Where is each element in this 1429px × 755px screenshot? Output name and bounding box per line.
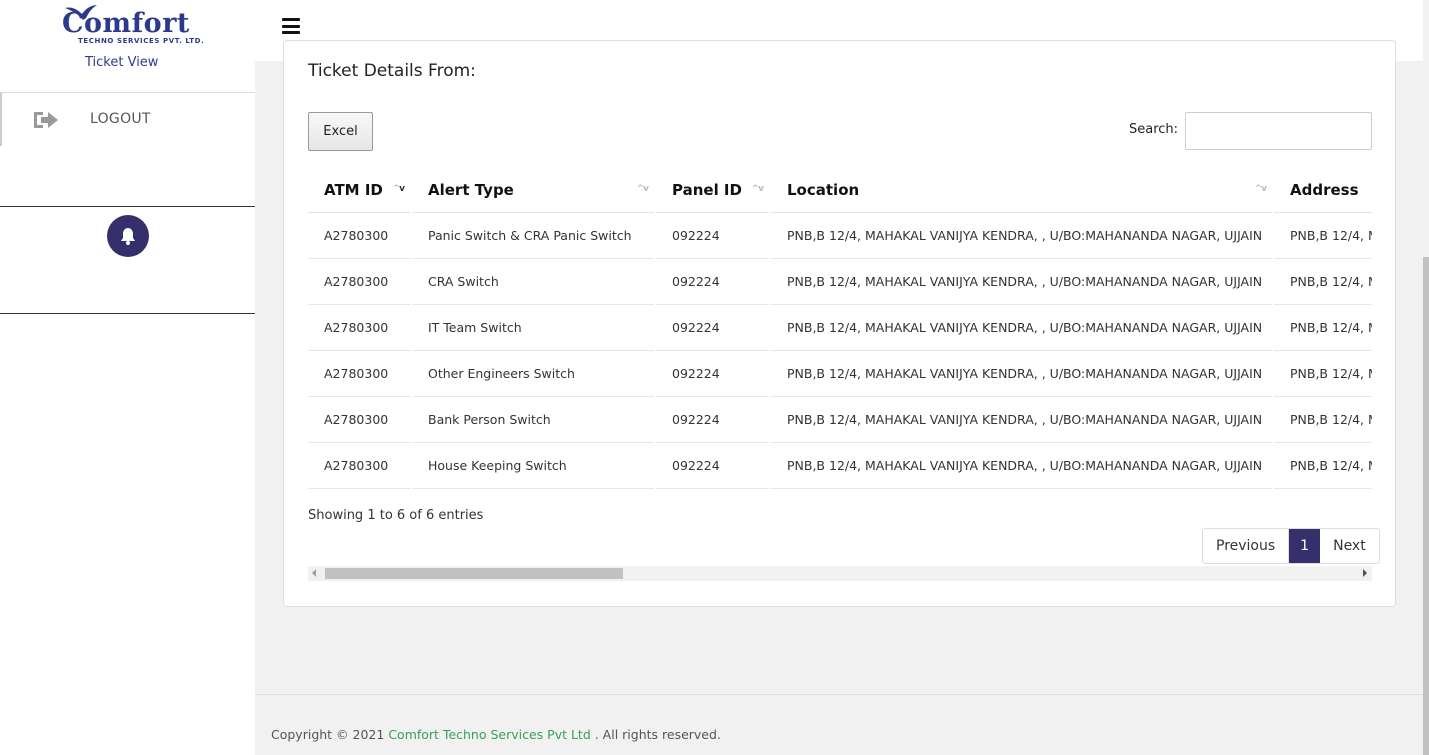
cell-alert-type: House Keeping Switch bbox=[412, 443, 654, 489]
cell-address: PNB,B 12/4, MAHAKAL VANIJYA KENDRA, , U/… bbox=[1274, 397, 1372, 443]
pagination: Previous 1 Next bbox=[1202, 528, 1380, 564]
cell-address: PNB,B 12/4, MAHAKAL VANIJYA KENDRA, , U/… bbox=[1274, 213, 1372, 259]
table-header-row: ATM ID ^v Alert Type ^v Panel ID ^v Locatio… bbox=[308, 167, 1372, 213]
table-info: Showing 1 to 6 of 6 entries bbox=[308, 508, 484, 523]
excel-export-button[interactable]: Excel bbox=[308, 112, 373, 151]
logo-subtext: TECHNO SERVICES PVT. LTD. bbox=[78, 37, 205, 45]
scrollbar-thumb[interactable] bbox=[325, 568, 623, 579]
cell-alert-type: IT Team Switch bbox=[412, 305, 654, 351]
footer-company-link[interactable]: Comfort Techno Services Pvt Ltd bbox=[388, 727, 590, 742]
cell-atm-id: A2780300 bbox=[308, 351, 410, 397]
column-header-address[interactable]: Address bbox=[1274, 167, 1372, 213]
cell-alert-type: Bank Person Switch bbox=[412, 397, 654, 443]
sort-asc-icon: ^v bbox=[392, 184, 405, 194]
sidebar-item-logout[interactable]: LOGOUT bbox=[0, 92, 255, 146]
cell-location: PNB,B 12/4, MAHAKAL VANIJYA KENDRA, , U/… bbox=[771, 397, 1272, 443]
cell-alert-type: Other Engineers Switch bbox=[412, 351, 654, 397]
page-title: Ticket Details From: bbox=[308, 61, 476, 81]
cell-address: PNB,B 12/4, MAHAKAL VANIJYA KENDRA, , U/… bbox=[1274, 351, 1372, 397]
cell-alert-type: Panic Switch & CRA Panic Switch bbox=[412, 213, 654, 259]
hamburger-menu-icon[interactable] bbox=[282, 18, 300, 34]
horizontal-scrollbar[interactable] bbox=[308, 566, 1372, 581]
table-row[interactable]: A2780300 IT Team Switch 092224 PNB,B 12/4, … bbox=[308, 305, 1372, 351]
sidebar: Comfort TECHNO SERVICES PVT. LTD. Ticket… bbox=[0, 0, 255, 755]
table-row[interactable]: A2780300 Bank Person Switch 092224 PNB,B 12… bbox=[308, 397, 1372, 443]
sort-icon: ^v bbox=[751, 184, 764, 194]
table-row[interactable]: A2780300 Other Engineers Switch 092224 PNB,… bbox=[308, 351, 1372, 397]
cell-panel-id: 092224 bbox=[656, 443, 769, 489]
cell-atm-id: A2780300 bbox=[308, 397, 410, 443]
logout-icon bbox=[34, 112, 58, 128]
cell-address: PNB,B 12/4, MAHAKAL VANIJYA KENDRA, , U/… bbox=[1274, 443, 1372, 489]
cell-alert-type: CRA Switch bbox=[412, 259, 654, 305]
page-1-button[interactable]: 1 bbox=[1289, 529, 1321, 563]
cell-location: PNB,B 12/4, MAHAKAL VANIJYA KENDRA, , U/… bbox=[771, 213, 1272, 259]
cell-location: PNB,B 12/4, MAHAKAL VANIJYA KENDRA, , U/… bbox=[771, 259, 1272, 305]
scroll-right-arrow-icon[interactable] bbox=[1363, 569, 1367, 577]
cell-panel-id: 092224 bbox=[656, 397, 769, 443]
scroll-left-arrow-icon[interactable] bbox=[312, 569, 316, 577]
divider bbox=[0, 206, 255, 207]
page-vertical-scrollbar[interactable] bbox=[1423, 0, 1429, 755]
cell-atm-id: A2780300 bbox=[308, 305, 410, 351]
cell-atm-id: A2780300 bbox=[308, 213, 410, 259]
sort-icon: ^v bbox=[636, 184, 649, 194]
cell-panel-id: 092224 bbox=[656, 213, 769, 259]
divider bbox=[0, 313, 255, 314]
ticket-table-wrapper: ATM ID ^v Alert Type ^v Panel ID ^v Locatio… bbox=[308, 167, 1372, 497]
cell-location: PNB,B 12/4, MAHAKAL VANIJYA KENDRA, , U/… bbox=[771, 305, 1272, 351]
ticket-details-card: Ticket Details From: Excel Search: ATM I… bbox=[283, 40, 1396, 607]
column-header-atm-id[interactable]: ATM ID ^v bbox=[308, 167, 410, 213]
column-header-location[interactable]: Location ^v bbox=[771, 167, 1272, 213]
sort-icon: ^v bbox=[1254, 184, 1267, 194]
column-header-alert-type[interactable]: Alert Type ^v bbox=[412, 167, 654, 213]
cell-panel-id: 092224 bbox=[656, 351, 769, 397]
search-input[interactable] bbox=[1185, 112, 1372, 150]
column-header-panel-id[interactable]: Panel ID ^v bbox=[656, 167, 769, 213]
company-logo[interactable]: Comfort TECHNO SERVICES PVT. LTD. bbox=[62, 5, 212, 48]
search-label: Search: bbox=[1129, 122, 1179, 137]
ticket-table: ATM ID ^v Alert Type ^v Panel ID ^v Locatio… bbox=[308, 167, 1372, 489]
cell-atm-id: A2780300 bbox=[308, 443, 410, 489]
table-row[interactable]: A2780300 Panic Switch & CRA Panic Switch 0… bbox=[308, 213, 1372, 259]
footer-divider bbox=[255, 694, 1423, 695]
logout-label: LOGOUT bbox=[90, 111, 151, 127]
cell-panel-id: 092224 bbox=[656, 305, 769, 351]
previous-page-button[interactable]: Previous bbox=[1203, 529, 1290, 563]
footer-copyright: Copyright © 2021 bbox=[271, 727, 389, 742]
sidebar-item-ticket-view[interactable]: Ticket View bbox=[85, 55, 158, 70]
cell-address: PNB,B 12/4, MAHAKAL VANIJYA KENDRA, , U/… bbox=[1274, 259, 1372, 305]
cell-location: PNB,B 12/4, MAHAKAL VANIJYA KENDRA, , U/… bbox=[771, 443, 1272, 489]
page-scrollbar-thumb[interactable] bbox=[1423, 257, 1429, 755]
cell-panel-id: 092224 bbox=[656, 259, 769, 305]
next-page-button[interactable]: Next bbox=[1320, 529, 1379, 563]
cell-atm-id: A2780300 bbox=[308, 259, 410, 305]
cell-address: PNB,B 12/4, MAHAKAL VANIJYA KENDRA, , U/… bbox=[1274, 305, 1372, 351]
cell-location: PNB,B 12/4, MAHAKAL VANIJYA KENDRA, , U/… bbox=[771, 351, 1272, 397]
table-row[interactable]: A2780300 CRA Switch 092224 PNB,B 12/4, MAHA… bbox=[308, 259, 1372, 305]
bell-icon bbox=[121, 228, 135, 245]
footer-rights: . All rights reserved. bbox=[590, 727, 721, 742]
footer: Copyright © 2021 Comfort Techno Services… bbox=[271, 727, 721, 742]
notification-button[interactable] bbox=[107, 215, 149, 257]
logo-text: Comfort bbox=[62, 8, 190, 39]
table-row[interactable]: A2780300 House Keeping Switch 092224 PNB,B … bbox=[308, 443, 1372, 489]
